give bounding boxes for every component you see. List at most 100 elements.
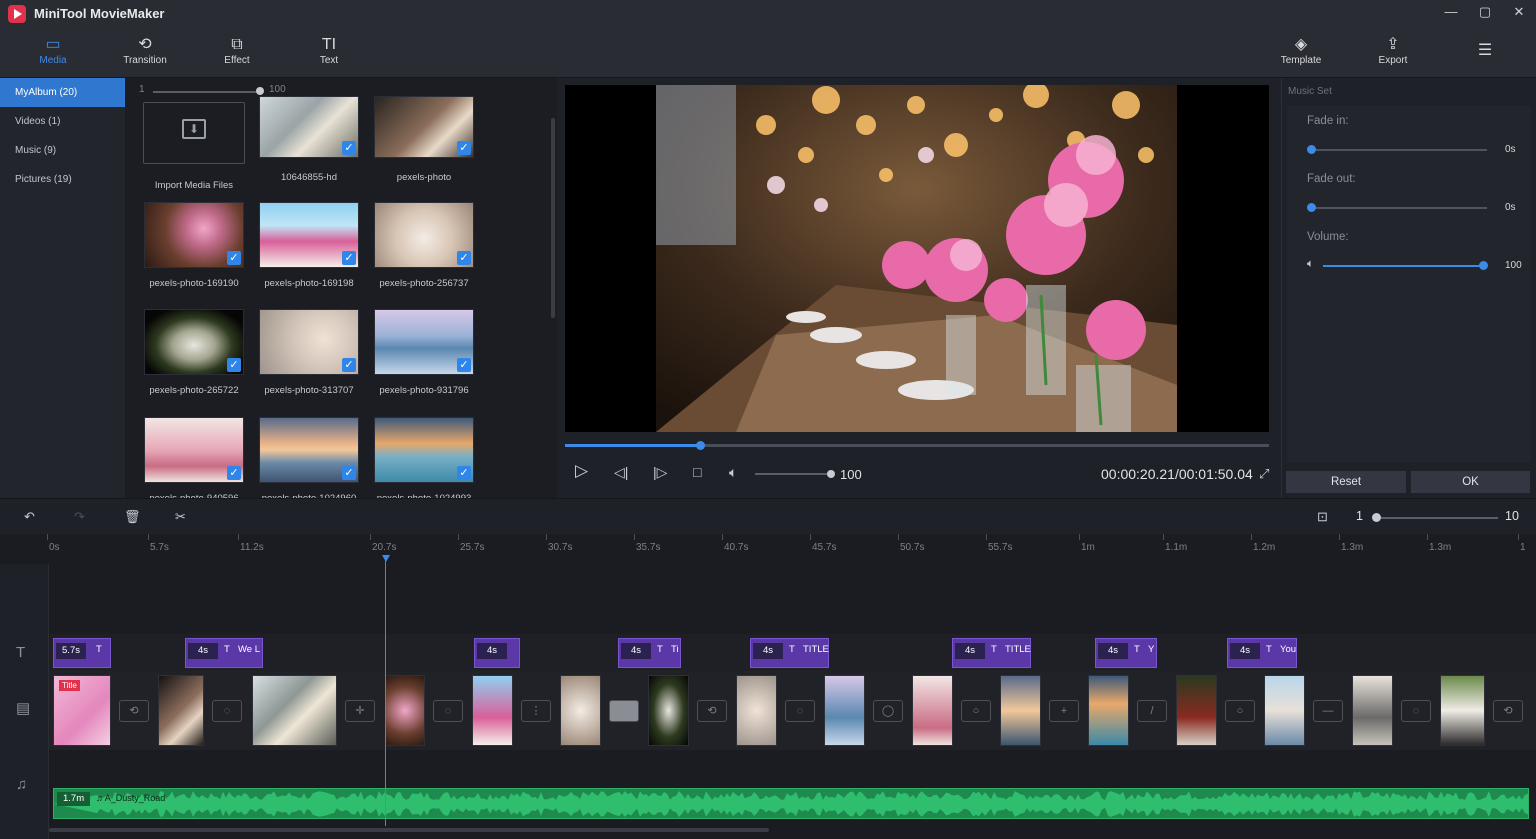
previous-frame-button[interactable]: ◁| — [614, 464, 628, 481]
transition-slot[interactable]: ◌ — [1401, 700, 1431, 722]
transition-slot[interactable]: ◌ — [212, 700, 242, 722]
transition-slot[interactable]: + — [1049, 700, 1079, 722]
media-thumbnail[interactable]: ✓ — [374, 96, 474, 158]
ok-button[interactable]: OK — [1411, 471, 1530, 493]
video-clip[interactable] — [158, 675, 204, 746]
stop-button[interactable]: □ — [693, 464, 701, 480]
transition-slot[interactable]: ◌ — [785, 700, 815, 722]
media-thumbnail[interactable]: ✓ — [144, 202, 244, 268]
check-icon[interactable]: ✓ — [457, 251, 471, 265]
video-clip-title[interactable]: Title — [53, 675, 111, 746]
video-clip[interactable] — [736, 675, 777, 746]
sidebar-item-pictures[interactable]: Pictures (19) — [0, 165, 125, 194]
check-icon[interactable]: ✓ — [342, 141, 356, 155]
video-clip[interactable] — [1000, 675, 1041, 746]
text-clip[interactable]: 4s T TITLE — [952, 638, 1031, 668]
sidebar-item-videos[interactable]: Videos (1) — [0, 107, 125, 136]
video-frame[interactable] — [565, 85, 1269, 432]
video-clip[interactable] — [1440, 675, 1485, 746]
playhead[interactable] — [385, 555, 386, 826]
video-clip[interactable] — [1176, 675, 1217, 746]
video-clip[interactable] — [472, 675, 513, 746]
template-button[interactable]: ◈ Template — [1266, 35, 1336, 66]
media-item[interactable]: ✓ pexels-photo-931796 — [369, 309, 479, 396]
check-icon[interactable]: ✓ — [227, 358, 241, 372]
video-clip[interactable] — [252, 675, 337, 746]
transition-slot[interactable]: ○ — [1225, 700, 1255, 722]
fade-out-knob[interactable] — [1307, 203, 1316, 212]
media-item[interactable]: ✓ pexels-photo-1024960 — [254, 417, 364, 498]
undo-icon[interactable]: ↶ — [24, 509, 35, 525]
media-item[interactable]: ✓ pexels-photo-169198 — [254, 202, 364, 289]
video-clip[interactable] — [1352, 675, 1393, 746]
check-icon[interactable]: ✓ — [457, 141, 471, 155]
playback-progress[interactable] — [565, 444, 1269, 447]
check-icon[interactable]: ✓ — [342, 251, 356, 265]
video-clip[interactable] — [912, 675, 953, 746]
music-volume-knob[interactable] — [1479, 261, 1488, 270]
reset-button[interactable]: Reset — [1286, 471, 1406, 493]
timeline-ruler[interactable]: 0s 5.7s 11.2s 20.7s 25.7s 30.7s 35.7s 40… — [0, 534, 1536, 564]
close-button[interactable]: ✕ — [1512, 3, 1526, 21]
tab-transition[interactable]: ⟲ Transition — [110, 35, 180, 66]
tab-effect[interactable]: ⧉ Effect — [202, 35, 272, 66]
transition-slot[interactable]: — — [1313, 700, 1343, 722]
text-clip[interactable]: 4s T Y — [1095, 638, 1157, 668]
media-item[interactable]: ✓ pexels-photo-313707 — [254, 309, 364, 396]
check-icon[interactable]: ✓ — [457, 358, 471, 372]
next-frame-button[interactable]: |▷ — [653, 464, 667, 481]
audio-clip[interactable]: 1.7m ♫ A_Dusty_Road — [53, 788, 1529, 819]
sidebar-item-music[interactable]: Music (9) — [0, 136, 125, 165]
video-clip[interactable] — [1088, 675, 1129, 746]
sidebar-item-myalbum[interactable]: MyAlbum (20) — [0, 78, 125, 107]
maximize-button[interactable]: ▢ — [1478, 3, 1492, 21]
media-thumbnail[interactable]: ✓ — [144, 309, 244, 375]
timeline-zoom-knob[interactable] — [1372, 513, 1381, 522]
import-media-tile[interactable]: ⬇ Import Media Files — [139, 102, 249, 191]
media-thumbnail[interactable]: ✓ — [259, 96, 359, 158]
check-icon[interactable]: ✓ — [457, 466, 471, 480]
size-track[interactable] — [153, 91, 259, 93]
media-thumbnail[interactable]: ✓ — [259, 417, 359, 483]
volume-slider[interactable] — [755, 473, 830, 475]
text-clip[interactable]: 4s T Ti — [618, 638, 681, 668]
check-icon[interactable]: ✓ — [342, 466, 356, 480]
split-icon[interactable]: ✂ — [175, 509, 186, 525]
volume-icon[interactable]: 🔈︎ — [729, 464, 737, 481]
tab-media[interactable]: ▭ Media — [18, 35, 88, 66]
video-clip[interactable] — [648, 675, 689, 746]
redo-icon[interactable]: ↷ — [74, 509, 85, 525]
transition-slot[interactable]: ⟲ — [697, 700, 727, 722]
play-button[interactable]: ▷ — [575, 461, 588, 481]
fade-in-slider[interactable] — [1309, 149, 1487, 151]
media-thumbnail[interactable]: ✓ — [374, 202, 474, 268]
transition-slot[interactable]: ⟲ — [1493, 700, 1523, 722]
fullscreen-icon[interactable]: ⤢ — [1259, 466, 1269, 482]
fade-in-knob[interactable] — [1307, 145, 1316, 154]
check-icon[interactable]: ✓ — [227, 251, 241, 265]
transition-slot[interactable]: ◯ — [873, 700, 903, 722]
media-thumbnail[interactable]: ✓ — [259, 202, 359, 268]
text-clip[interactable]: 4s T We L — [185, 638, 263, 668]
video-clip[interactable] — [1264, 675, 1305, 746]
volume-knob[interactable] — [827, 470, 835, 478]
transition-slot[interactable]: / — [1137, 700, 1167, 722]
text-clip[interactable]: 4s — [474, 638, 520, 668]
transition-slot[interactable]: ⋮ — [521, 700, 551, 722]
import-box[interactable]: ⬇ — [143, 102, 245, 164]
transition-slot[interactable]: ◌ — [433, 700, 463, 722]
progress-knob[interactable] — [696, 441, 705, 450]
fit-timeline-icon[interactable]: ⊡ — [1317, 509, 1328, 525]
text-clip[interactable]: 4s T You — [1227, 638, 1297, 668]
minimize-button[interactable]: — — [1444, 3, 1458, 21]
video-clip[interactable] — [560, 675, 601, 746]
timeline-scrollbar[interactable] — [49, 828, 769, 832]
media-item[interactable]: ✓ 10646855-hd — [254, 96, 364, 183]
delete-icon[interactable]: 🗑︎ — [124, 509, 141, 525]
size-knob[interactable] — [256, 87, 264, 95]
media-scrollbar[interactable] — [551, 118, 555, 318]
video-clip[interactable] — [824, 675, 865, 746]
media-item[interactable]: ✓ pexels-photo-169190 — [139, 202, 249, 289]
video-clip[interactable] — [385, 675, 425, 746]
media-thumbnail[interactable]: ✓ — [144, 417, 244, 483]
